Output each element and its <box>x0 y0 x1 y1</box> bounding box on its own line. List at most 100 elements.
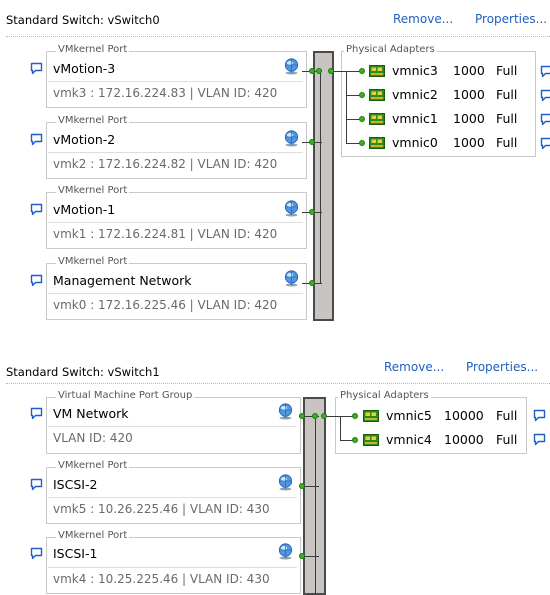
network-globe-icon[interactable] <box>283 130 300 147</box>
link-status-dot <box>328 68 334 74</box>
port-divider <box>48 152 303 153</box>
network-globe-icon[interactable] <box>283 270 300 287</box>
link-status-dot <box>299 483 305 489</box>
section-divider <box>6 36 550 37</box>
link-status-dot <box>309 139 315 145</box>
adapter-duplex: Full <box>496 63 518 78</box>
speech-bubble-icon[interactable] <box>540 113 550 126</box>
uplink-bus-line <box>346 71 347 143</box>
link-status-dot <box>309 68 315 74</box>
link-status-dot <box>309 280 315 286</box>
link-status-dot <box>321 413 327 419</box>
physical-adapters-label: Physical Adapters <box>344 44 437 56</box>
adapter-speed: 1000 <box>453 63 485 78</box>
link-status-dot <box>359 68 365 74</box>
port-divider <box>48 426 297 427</box>
port-detail: vmk2 : 172.16.224.82 | VLAN ID: 420 <box>53 157 278 171</box>
network-globe-icon[interactable] <box>283 200 300 217</box>
port-name: vMotion-3 <box>53 61 116 76</box>
adapter-row[interactable]: vmnic4 <box>386 432 432 447</box>
uplink-line <box>346 143 360 144</box>
port-divider <box>48 497 297 498</box>
uplink-line <box>324 416 354 417</box>
adapter-row[interactable]: vmnic5 <box>386 408 432 423</box>
adapter-duplex: Full <box>496 408 518 423</box>
speech-bubble-icon[interactable] <box>30 203 43 216</box>
speech-bubble-icon[interactable] <box>30 274 43 287</box>
port-group-type-label: VMkernel Port <box>56 256 130 268</box>
port-divider <box>48 222 303 223</box>
speech-bubble-icon[interactable] <box>30 478 43 491</box>
link-status-dot <box>316 68 322 74</box>
port-detail: vmk4 : 10.25.225.46 | VLAN ID: 430 <box>53 572 270 586</box>
network-card-icon <box>369 65 385 77</box>
adapter-duplex: Full <box>496 135 518 150</box>
network-globe-icon[interactable] <box>283 58 300 75</box>
port-group-type-label: VMkernel Port <box>56 115 130 127</box>
network-globe-icon[interactable] <box>277 543 294 560</box>
section-divider <box>6 383 550 384</box>
adapter-duplex: Full <box>496 111 518 126</box>
link-status-dot <box>359 116 365 122</box>
link-status-dot <box>309 209 315 215</box>
adapter-name: vmnic2 <box>392 87 438 102</box>
adapter-speed: 10000 <box>444 432 484 447</box>
speech-bubble-icon[interactable] <box>533 409 546 422</box>
port-name: Management Network <box>53 273 192 288</box>
speech-bubble-icon[interactable] <box>540 137 550 150</box>
link-status-dot <box>359 92 365 98</box>
adapter-speed: 10000 <box>444 408 484 423</box>
adapter-row[interactable]: vmnic3 <box>392 63 438 78</box>
link-status-dot <box>359 140 365 146</box>
properties-link[interactable]: Properties... <box>466 360 538 374</box>
switch-title: Standard Switch: vSwitch1 <box>6 365 160 379</box>
port-name: ISCSI-1 <box>53 546 98 561</box>
adapter-speed: 1000 <box>453 111 485 126</box>
port-name: ISCSI-2 <box>53 477 98 492</box>
port-bus-line <box>315 416 316 594</box>
port-name: vMotion-1 <box>53 202 116 217</box>
link-status-dot <box>352 413 358 419</box>
network-globe-icon[interactable] <box>277 403 294 420</box>
adapter-duplex: Full <box>496 87 518 102</box>
port-detail: vmk1 : 172.16.224.81 | VLAN ID: 420 <box>53 227 278 241</box>
speech-bubble-icon[interactable] <box>30 62 43 75</box>
properties-link[interactable]: Properties... <box>475 12 547 26</box>
remove-link[interactable]: Remove... <box>384 360 444 374</box>
adapter-name: vmnic0 <box>392 135 438 150</box>
uplink-line <box>346 119 360 120</box>
adapter-name: vmnic4 <box>386 432 432 447</box>
adapter-name: vmnic3 <box>392 63 438 78</box>
port-divider <box>48 567 297 568</box>
adapter-row[interactable]: vmnic1 <box>392 111 438 126</box>
uplink-bus-line <box>340 416 341 440</box>
network-card-icon <box>363 410 379 422</box>
adapter-row[interactable]: vmnic0 <box>392 135 438 150</box>
speech-bubble-icon[interactable] <box>533 433 546 446</box>
adapter-speed: 1000 <box>453 87 485 102</box>
port-detail: vmk3 : 172.16.224.83 | VLAN ID: 420 <box>53 86 278 100</box>
uplink-line <box>346 95 360 96</box>
speech-bubble-icon[interactable] <box>30 407 43 420</box>
network-globe-icon[interactable] <box>277 474 294 491</box>
remove-link[interactable]: Remove... <box>393 12 453 26</box>
port-name: vMotion-2 <box>53 132 116 147</box>
adapter-name: vmnic5 <box>386 408 432 423</box>
port-bus-line <box>320 71 321 283</box>
adapter-row[interactable]: vmnic2 <box>392 87 438 102</box>
network-card-icon <box>369 113 385 125</box>
link-status-dot <box>299 553 305 559</box>
speech-bubble-icon[interactable] <box>30 547 43 560</box>
speech-bubble-icon[interactable] <box>30 133 43 146</box>
port-group-type-label: Virtual Machine Port Group <box>56 390 195 402</box>
port-name: VM Network <box>53 406 129 421</box>
physical-adapters-label: Physical Adapters <box>338 390 431 402</box>
port-detail: VLAN ID: 420 <box>53 431 133 445</box>
virtual-switch-bar <box>313 51 334 321</box>
port-group-type-label: VMkernel Port <box>56 530 130 542</box>
speech-bubble-icon[interactable] <box>540 65 550 78</box>
port-detail: vmk0 : 172.16.225.46 | VLAN ID: 420 <box>53 298 278 312</box>
adapter-speed: 1000 <box>453 135 485 150</box>
link-status-dot <box>352 437 358 443</box>
speech-bubble-icon[interactable] <box>540 89 550 102</box>
